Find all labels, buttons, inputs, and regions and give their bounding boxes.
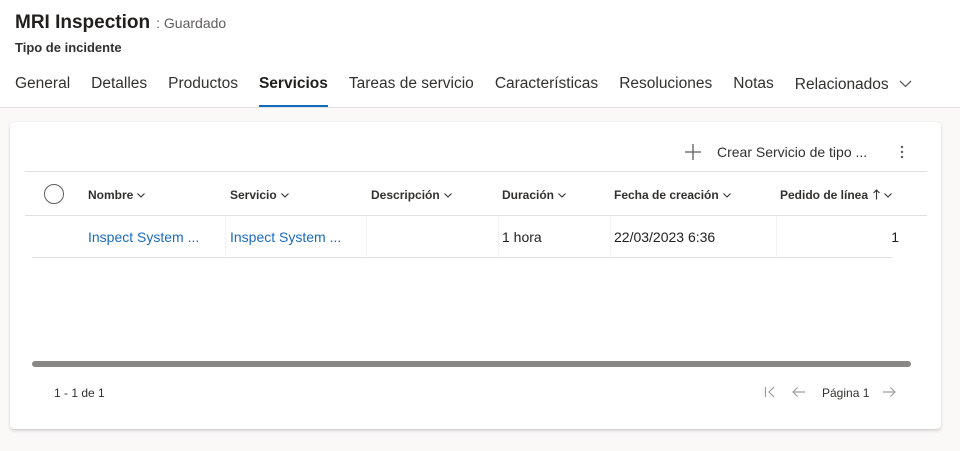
tab-relacionados[interactable]: Relacionados <box>795 72 912 108</box>
record-count: 1 - 1 de 1 <box>54 386 105 400</box>
tab-label: Productos <box>168 75 238 92</box>
tab-productos[interactable]: Productos <box>168 72 238 108</box>
title-row: MRI Inspection : Guardado <box>15 12 226 34</box>
page-indicator: Página 1 <box>822 386 870 400</box>
chevron-down-icon <box>443 172 452 216</box>
column-header-pedido-de-linea[interactable]: Pedido de línea <box>780 172 892 216</box>
first-page-icon[interactable] <box>763 384 777 400</box>
chevron-down-icon <box>137 172 146 216</box>
column-label: Duración <box>502 188 555 202</box>
cell-fecha-de-creacion: 22/03/2023 6:36 <box>614 229 716 245</box>
column-header-duracion[interactable]: Duración <box>502 172 566 216</box>
create-service-label: Crear Servicio de tipo ... <box>717 144 868 160</box>
column-divider <box>498 216 499 258</box>
column-header-fecha-de-creacion[interactable]: Fecha de creación <box>614 172 731 216</box>
cell-duracion: 1 hora <box>502 229 542 245</box>
tab-label: General <box>15 75 71 92</box>
tab-label: Relacionados <box>794 76 889 93</box>
more-vertical-icon[interactable] <box>893 142 911 162</box>
column-header-servicio[interactable]: Servicio <box>230 172 289 216</box>
column-divider <box>610 216 611 258</box>
cell-pedido-de-linea: 1 <box>891 229 899 245</box>
previous-page-icon[interactable] <box>791 384 807 400</box>
tab-tareas-de-servicio[interactable]: Tareas de servicio <box>349 72 474 108</box>
column-divider <box>225 216 226 258</box>
chevron-down-icon <box>280 172 289 216</box>
column-header-descripcion[interactable]: Descripción <box>371 172 452 216</box>
chevron-down-icon <box>558 172 566 216</box>
column-divider <box>776 216 777 258</box>
save-status: : Guardado <box>156 15 227 31</box>
tab-label: Resoluciones <box>619 75 713 92</box>
tab-label: Tareas de servicio <box>348 75 474 92</box>
tab-notas[interactable]: Notas <box>733 72 774 108</box>
tab-label: Notas <box>733 75 774 92</box>
column-label: Descripción <box>371 188 440 202</box>
chevron-down-icon <box>722 172 731 216</box>
column-label: Pedido de línea <box>780 188 869 202</box>
entity-type: Tipo de incidente <box>15 40 122 55</box>
table-row[interactable]: Inspect System ... Inspect System ... 1 … <box>32 216 899 258</box>
form-header: MRI Inspection : Guardado Tipo de incide… <box>0 0 960 108</box>
tab-detalles[interactable]: Detalles <box>91 72 147 108</box>
next-page-icon[interactable] <box>881 384 897 400</box>
tab-resoluciones[interactable]: Resoluciones <box>619 72 712 108</box>
services-subgrid: Crear Servicio de tipo ... Nombre Servic… <box>10 122 941 429</box>
tab-servicios[interactable]: Servicios <box>258 72 328 108</box>
tab-list: General Detalles Productos Servicios Tar… <box>15 72 933 108</box>
tab-caracteristicas[interactable]: Características <box>495 72 598 108</box>
tab-label: Detalles <box>91 75 148 92</box>
tab-general[interactable]: General <box>15 72 70 108</box>
chevron-down-icon <box>884 172 892 216</box>
record-title: MRI Inspection <box>15 12 151 33</box>
cell-nombre[interactable]: Inspect System ... <box>88 216 199 258</box>
column-label: Fecha de creación <box>614 188 719 202</box>
cell-servicio[interactable]: Inspect System ... <box>230 216 341 258</box>
chevron-down-icon <box>899 72 912 96</box>
tab-label: Características <box>494 75 599 92</box>
column-label: Servicio <box>230 188 277 202</box>
column-divider <box>366 216 367 258</box>
plus-icon <box>685 144 701 160</box>
tab-label: Servicios <box>258 75 328 92</box>
horizontal-scrollbar[interactable] <box>32 361 911 367</box>
column-header-nombre[interactable]: Nombre <box>88 172 146 216</box>
column-label: Nombre <box>88 188 134 202</box>
create-service-button[interactable]: Crear Servicio de tipo ... <box>684 140 867 164</box>
select-all-checkbox[interactable] <box>44 184 64 204</box>
sort-ascending-icon <box>873 174 880 218</box>
grid-header: Nombre Servicio Descripción Duración Fec… <box>25 172 927 216</box>
